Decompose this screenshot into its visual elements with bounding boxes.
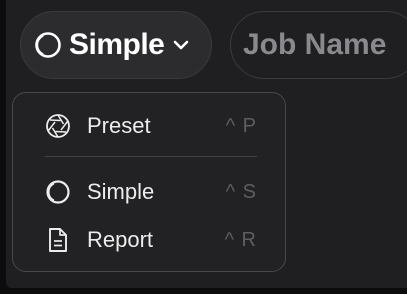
simple-rings-icon — [33, 30, 63, 60]
menu-item-shortcut: ^ S — [225, 180, 257, 203]
menu-item-label: Report — [87, 227, 154, 252]
mode-select-label: Simple — [69, 28, 165, 61]
mode-dropdown-menu: Preset ^ P Simple ^ S Report ^ R — [12, 92, 286, 272]
menu-item-report[interactable]: Report ^ R — [13, 220, 285, 260]
menu-item-shortcut: ^ P — [225, 114, 257, 137]
job-name-input[interactable]: Job Name — [230, 11, 407, 79]
document-icon — [44, 226, 72, 254]
menu-item-label: Preset — [87, 113, 151, 138]
simple-rings-icon — [44, 178, 72, 206]
menu-separator — [45, 156, 257, 157]
menu-item-shortcut: ^ R — [224, 228, 257, 251]
chevron-down-icon — [173, 39, 189, 51]
menu-item-label: Simple — [87, 179, 155, 204]
aperture-icon — [44, 112, 72, 140]
job-name-placeholder: Job Name — [243, 28, 387, 61]
menu-item-simple[interactable]: Simple ^ S — [13, 172, 285, 212]
menu-item-preset[interactable]: Preset ^ P — [13, 106, 285, 146]
mode-select-button[interactable]: Simple — [20, 11, 212, 79]
